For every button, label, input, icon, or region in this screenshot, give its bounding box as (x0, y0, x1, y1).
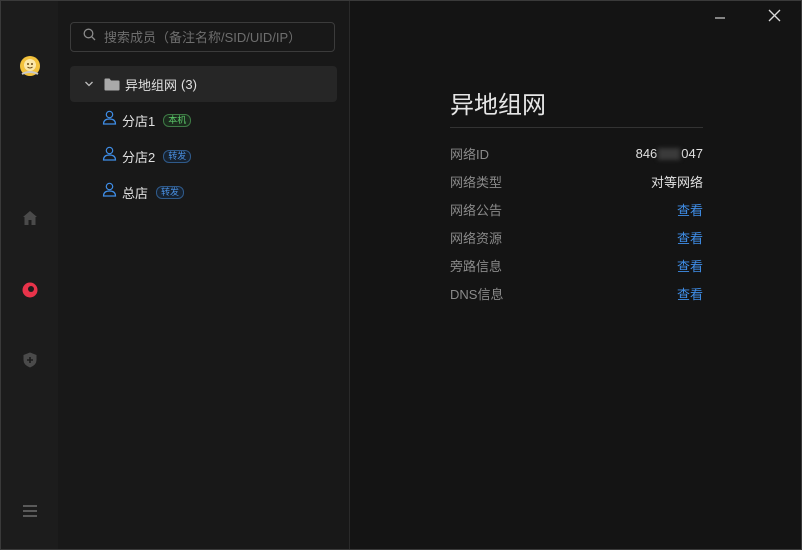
app-window: 异地组网 (3) 分店1 本机 分店2 转发 (0, 0, 802, 550)
search-input[interactable] (102, 28, 334, 46)
chevron-down-icon[interactable] (84, 78, 96, 90)
info-label: 网络资源 (450, 230, 503, 246)
member-name: 分店2 (122, 149, 156, 165)
info-label: 网络类型 (450, 174, 503, 190)
avatar-icon[interactable] (1, 51, 58, 81)
member-name: 总店 (122, 185, 149, 201)
network-id-suffix: 047 (681, 145, 703, 161)
network-id-prefix: 846 (635, 145, 658, 161)
group-name: 异地组网 (125, 77, 178, 93)
search-icon (83, 28, 96, 46)
info-row-network-id: 网络ID 846 047 (450, 143, 703, 163)
status-badge: 转发 (156, 185, 185, 199)
close-button[interactable] (763, 7, 785, 29)
minimize-button[interactable] (709, 7, 731, 29)
divider (450, 127, 703, 128)
group-count: (3) (181, 76, 197, 92)
user-icon (102, 146, 117, 166)
redacted-mask (658, 148, 681, 161)
user-icon (102, 110, 117, 130)
view-link[interactable]: 查看 (677, 284, 703, 303)
info-row-resources: 网络资源 查看 (450, 227, 703, 247)
info-row-bypass: 旁路信息 查看 (450, 255, 703, 275)
user-icon (102, 182, 117, 202)
view-link[interactable]: 查看 (677, 256, 703, 275)
info-label: 网络ID (450, 146, 490, 162)
search-box (70, 22, 335, 52)
member-panel: 异地组网 (3) 分店1 本机 分店2 转发 (58, 1, 350, 549)
member-item[interactable]: 分店1 本机 (102, 108, 192, 132)
status-badge: 转发 (163, 149, 192, 163)
home-icon[interactable] (1, 203, 58, 233)
info-label: 旁路信息 (450, 258, 503, 274)
network-id-value: 846 047 (636, 146, 703, 161)
view-link[interactable]: 查看 (677, 228, 703, 247)
status-badge: 本机 (163, 113, 192, 127)
network-icon[interactable] (1, 275, 58, 305)
left-rail (1, 1, 59, 549)
info-row-dns: DNS信息 查看 (450, 283, 703, 303)
menu-icon[interactable] (1, 496, 58, 526)
member-name: 分店1 (122, 113, 156, 129)
tree-group-row[interactable]: 异地组网 (3) (70, 66, 337, 102)
member-item[interactable]: 总店 转发 (102, 180, 185, 204)
info-row-network-type: 网络类型 对等网络 (450, 171, 703, 191)
view-link[interactable]: 查看 (677, 200, 703, 219)
folder-icon (104, 78, 120, 91)
info-row-announcement: 网络公告 查看 (450, 199, 703, 219)
page-title: 异地组网 (450, 91, 546, 119)
info-label: 网络公告 (450, 202, 503, 218)
shield-icon[interactable] (1, 345, 58, 375)
info-label: DNS信息 (450, 286, 504, 302)
info-value: 对等网络 (650, 174, 703, 190)
close-icon (768, 9, 781, 27)
member-item[interactable]: 分店2 转发 (102, 144, 192, 168)
